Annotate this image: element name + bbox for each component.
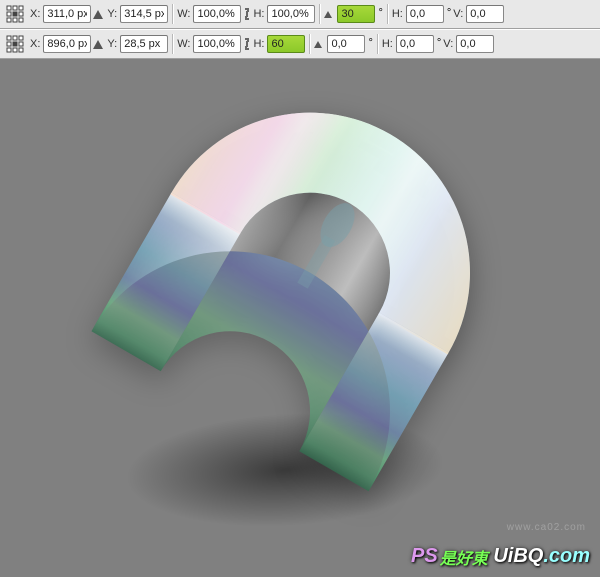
w-label: W: bbox=[177, 8, 190, 20]
y-field: Y: bbox=[107, 35, 168, 53]
watermark-main: UiBQ bbox=[493, 545, 543, 567]
relative-position-icon[interactable] bbox=[93, 10, 103, 19]
x-input[interactable] bbox=[43, 5, 91, 23]
skew-h-input[interactable] bbox=[406, 5, 444, 23]
transform-toolbar-2: X: Y: W: H: H: V: bbox=[0, 29, 600, 59]
degree-symbol bbox=[437, 38, 441, 50]
skew-v-input[interactable] bbox=[466, 5, 504, 23]
x-label: X: bbox=[30, 8, 40, 20]
rotate-field bbox=[324, 5, 382, 23]
y-input[interactable] bbox=[120, 5, 168, 23]
y-field: Y: bbox=[107, 5, 168, 23]
separator bbox=[377, 34, 378, 54]
h-input[interactable] bbox=[267, 35, 305, 53]
degree-symbol bbox=[447, 8, 451, 20]
skew-h-field: H: bbox=[382, 35, 441, 53]
x-label: X: bbox=[30, 38, 40, 50]
watermark-sub: www.ca02.com bbox=[507, 522, 586, 533]
h-field: H: bbox=[253, 5, 315, 23]
reference-point-icon[interactable] bbox=[4, 3, 26, 25]
transform-toolbar-1: X: Y: W: H: H: V: bbox=[0, 0, 600, 29]
reference-point-icon[interactable] bbox=[4, 33, 26, 55]
angle-icon bbox=[324, 11, 332, 18]
x-field: X: bbox=[30, 5, 91, 23]
glass-shape bbox=[85, 90, 515, 520]
skew-h-field: H: bbox=[392, 5, 451, 23]
y-label: Y: bbox=[107, 8, 117, 20]
link-icon[interactable] bbox=[243, 37, 251, 51]
watermark-cn: 是好東 bbox=[440, 551, 488, 568]
x-input[interactable] bbox=[43, 35, 91, 53]
rotate-field bbox=[314, 35, 372, 53]
watermark-suffix: .com bbox=[543, 545, 590, 567]
separator bbox=[172, 34, 173, 54]
separator bbox=[387, 4, 388, 24]
canvas-area[interactable]: www.ca02.com PS是好東 UiBQ.com bbox=[0, 60, 600, 577]
angle-icon bbox=[314, 41, 322, 48]
skew-v-label: V: bbox=[453, 8, 463, 20]
w-input[interactable] bbox=[193, 5, 241, 23]
relative-position-icon[interactable] bbox=[93, 40, 103, 49]
separator bbox=[319, 4, 320, 24]
h-label: H: bbox=[253, 8, 264, 20]
rotate-input[interactable] bbox=[327, 35, 365, 53]
watermark: PS是好東 UiBQ.com bbox=[411, 545, 590, 569]
rotate-input[interactable] bbox=[337, 5, 375, 23]
h-input[interactable] bbox=[267, 5, 315, 23]
h-label: H: bbox=[253, 38, 264, 50]
skew-h-label: H: bbox=[382, 38, 393, 50]
y-input[interactable] bbox=[120, 35, 168, 53]
degree-symbol bbox=[378, 8, 382, 20]
skew-h-input[interactable] bbox=[396, 35, 434, 53]
w-input[interactable] bbox=[193, 35, 241, 53]
w-field: W: bbox=[177, 5, 241, 23]
skew-v-field: V: bbox=[443, 35, 494, 53]
h-field: H: bbox=[253, 35, 305, 53]
w-label: W: bbox=[177, 38, 190, 50]
skew-v-label: V: bbox=[443, 38, 453, 50]
skew-v-input[interactable] bbox=[456, 35, 494, 53]
skew-v-field: V: bbox=[453, 5, 504, 23]
separator bbox=[309, 34, 310, 54]
skew-h-label: H: bbox=[392, 8, 403, 20]
y-label: Y: bbox=[107, 38, 117, 50]
w-field: W: bbox=[177, 35, 241, 53]
x-field: X: bbox=[30, 35, 91, 53]
separator bbox=[172, 4, 173, 24]
link-icon[interactable] bbox=[243, 7, 251, 21]
degree-symbol bbox=[368, 38, 372, 50]
watermark-ps: PS bbox=[411, 545, 438, 567]
